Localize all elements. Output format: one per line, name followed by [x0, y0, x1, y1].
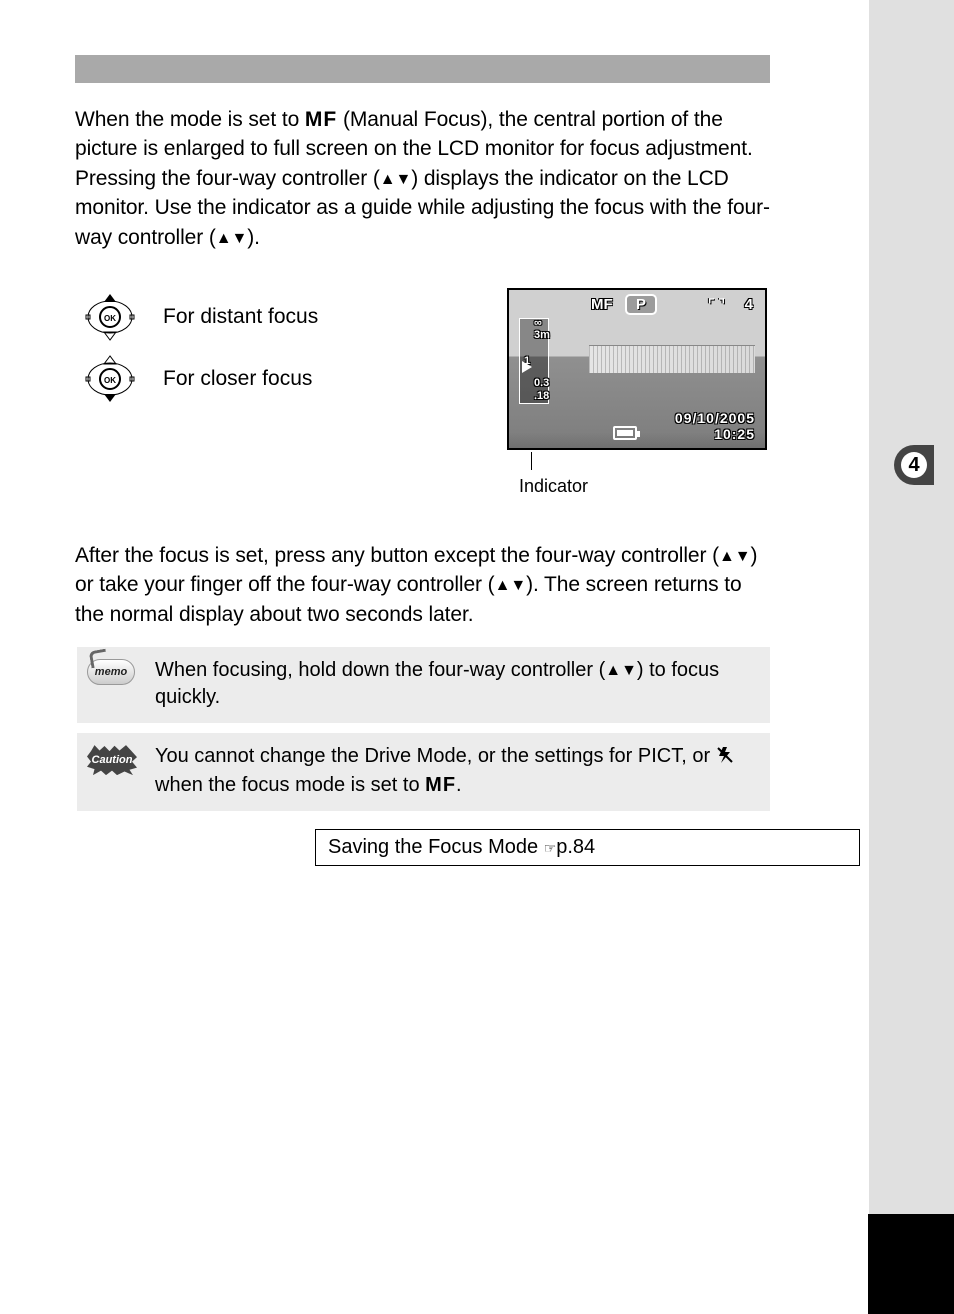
memo-text: When focusing, hold down the four-way co…: [155, 657, 754, 711]
up-down-arrow-icon: ▲▼: [495, 577, 526, 594]
focus-scale: ∞ 3m 1 0.3 .18: [519, 318, 549, 404]
bottom-corner-block: [868, 1214, 954, 1314]
caution-icon: Caution: [87, 745, 137, 775]
mf-label: MF: [425, 774, 456, 796]
caution-note: Caution You cannot change the Drive Mode…: [77, 733, 770, 811]
text: You cannot change the Drive Mode, or the…: [155, 745, 716, 767]
cross-reference-box: Saving the Focus Mode ☞p.84: [315, 829, 860, 866]
section-header-bar: [75, 55, 770, 83]
battery-icon: [613, 426, 637, 440]
after-paragraph: After the focus is set, press any button…: [75, 541, 770, 629]
intro-paragraph: When the mode is set to MF (Manual Focus…: [75, 105, 770, 252]
reference-page: p.84: [556, 836, 595, 858]
text: When the mode is set to: [75, 108, 305, 131]
text: When focusing, hold down the four-way co…: [155, 659, 605, 681]
lcd-background-scene: [589, 345, 755, 373]
lcd-mf-label: MF: [591, 296, 613, 313]
scale-infinity: ∞: [534, 317, 542, 329]
lcd-date: 09/10/2005: [675, 410, 755, 426]
page-content: When the mode is set to MF (Manual Focus…: [0, 0, 870, 866]
lcd-time: 10:25: [714, 426, 755, 442]
up-down-arrow-icon: ▲▼: [719, 548, 750, 565]
svg-text:OK: OK: [104, 376, 116, 385]
text: ).: [247, 226, 260, 249]
closer-focus-label: For closer focus: [163, 367, 312, 391]
chapter-number: 4: [901, 452, 927, 478]
scale-3m: 3m: [534, 329, 550, 341]
lcd-focus-bracket-icon: ⌜ ⌝: [708, 296, 725, 313]
indicator-leader-line: [531, 452, 532, 470]
memo-badge-label: memo: [87, 659, 135, 685]
scale-0-18: .18: [534, 390, 549, 402]
text: After the focus is set, press any button…: [75, 544, 719, 567]
up-down-arrow-icon: ▲▼: [216, 230, 247, 247]
pointing-hand-icon: ☞: [544, 840, 557, 856]
controller-up-icon: OK: [85, 292, 135, 342]
lcd-screen: MF P ⌜ ⌝ 4 ∞ 3m 1 0.3 .18 09/10/2005 10:…: [507, 288, 767, 450]
distant-focus-label: For distant focus: [163, 305, 318, 329]
up-down-arrow-icon: ▲▼: [380, 171, 411, 188]
up-down-arrow-icon: ▲▼: [605, 662, 637, 679]
memo-note: memo When focusing, hold down the four-w…: [77, 647, 770, 723]
lcd-shot-count: 4: [745, 296, 753, 313]
caution-badge-label: Caution: [87, 745, 137, 775]
memo-icon: memo: [87, 659, 137, 685]
flash-off-icon: [716, 745, 734, 772]
caution-text: You cannot change the Drive Mode, or the…: [155, 743, 754, 799]
scale-0-3: 0.3: [534, 377, 549, 389]
reference-text: Saving the Focus Mode: [328, 836, 544, 858]
lcd-illustration: MF P ⌜ ⌝ 4 ∞ 3m 1 0.3 .18 09/10/2005 10:…: [507, 288, 777, 497]
svg-text:OK: OK: [104, 314, 116, 323]
text: .: [456, 774, 462, 796]
controller-down-icon: OK: [85, 354, 135, 404]
mf-label: MF: [305, 108, 337, 131]
indicator-caption: Indicator: [519, 476, 777, 497]
lcd-p-mode-badge: P: [625, 294, 657, 315]
right-sidebar: [869, 0, 954, 1214]
chapter-tab: 4: [894, 445, 934, 485]
text: when the focus mode is set to: [155, 774, 425, 796]
